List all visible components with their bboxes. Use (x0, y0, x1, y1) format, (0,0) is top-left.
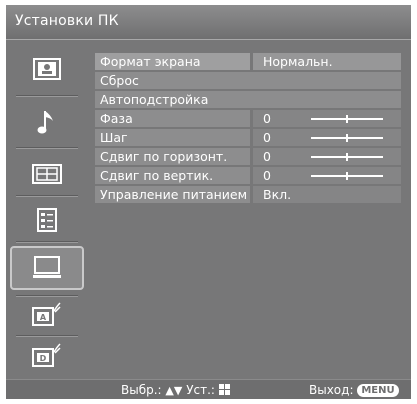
menu-row-value: 0 (263, 111, 271, 126)
setup-icon (37, 208, 57, 232)
pitch-slider[interactable] (311, 134, 383, 142)
menu-row-v-shift[interactable]: Сдвиг по вертик. 0 (95, 167, 401, 184)
menu-button-icon[interactable]: MENU (357, 384, 399, 397)
sidebar-item-analog-channels[interactable]: A (14, 299, 80, 329)
menu-row-value: 0 (263, 130, 271, 145)
sidebar-item-sound[interactable] (14, 107, 80, 137)
menu-row-value-cell: 0 (253, 167, 401, 184)
slider-marker (346, 134, 348, 142)
menu-row-auto-adjust[interactable]: Автоподстройка (95, 91, 401, 108)
menu-row-label: Фаза (95, 110, 250, 127)
sidebar-item-pc[interactable] (10, 246, 84, 290)
digital-channel-icon: D (32, 343, 61, 367)
exit-label: Выход: (309, 383, 354, 397)
sidebar-item-picture[interactable] (14, 54, 80, 84)
pc-settings-menu: Формат экрана Нормальн. Сброс Автоподстр… (95, 53, 401, 205)
sidebar-item-setup[interactable] (14, 205, 80, 235)
menu-row-h-shift[interactable]: Сдвиг по горизонт. 0 (95, 148, 401, 165)
menu-row-pitch[interactable]: Шаг 0 (95, 129, 401, 146)
sidebar-item-screen[interactable] (14, 159, 80, 189)
sidebar: A D (6, 41, 88, 379)
down-arrow-icon: ▼ (173, 384, 183, 397)
v-shift-slider[interactable] (311, 172, 383, 180)
svg-text:D: D (40, 354, 47, 363)
ok-button-icon (218, 384, 230, 395)
navigation-hint: Выбр.: ▲▼ Уст.: (121, 383, 230, 397)
menu-row-value: Нормальн. (253, 53, 401, 70)
menu-row-label: Формат экрана (95, 53, 250, 70)
menu-row-label: Сдвиг по горизонт. (95, 148, 250, 165)
screen-icon (32, 164, 62, 184)
menu-row-value-cell: 0 (253, 148, 401, 165)
menu-row-value: 0 (263, 168, 271, 183)
menu-row-phase[interactable]: Фаза 0 (95, 110, 401, 127)
menu-row-label: Сброс (95, 72, 401, 89)
page-title: Установки ПК (15, 13, 119, 29)
select-label: Выбр.: (121, 383, 162, 397)
slider-marker (346, 153, 348, 161)
footer-hints: Выбр.: ▲▼ Уст.: Выход: MENU (6, 379, 411, 399)
slider-marker (346, 115, 348, 123)
menu-row-value-cell: 0 (253, 129, 401, 146)
sound-icon (37, 111, 53, 134)
slider-marker (346, 172, 348, 180)
menu-row-value: 0 (263, 149, 271, 164)
menu-row-value: Вкл. (253, 186, 401, 203)
menu-row-power-management[interactable]: Управление питанием Вкл. (95, 186, 401, 203)
osd-screen: Установки ПК A D Формат экрана Нормальн.… (6, 5, 411, 399)
menu-row-label: Автоподстройка (95, 91, 401, 108)
exit-hint: Выход: MENU (309, 383, 399, 397)
menu-row-screen-format[interactable]: Формат экрана Нормальн. (95, 53, 401, 70)
pc-icon (33, 256, 61, 278)
menu-row-label: Управление питанием (95, 186, 250, 203)
h-shift-slider[interactable] (311, 153, 383, 161)
phase-slider[interactable] (311, 115, 383, 123)
set-label: Уст.: (186, 383, 215, 397)
analog-channel-icon: A (32, 302, 61, 326)
menu-row-reset[interactable]: Сброс (95, 72, 401, 89)
title-bar: Установки ПК (6, 5, 411, 40)
menu-row-label: Сдвиг по вертик. (95, 167, 250, 184)
menu-row-label: Шаг (95, 129, 250, 146)
sidebar-item-digital-channels[interactable]: D (14, 340, 80, 370)
picture-icon (33, 58, 61, 80)
up-arrow-icon: ▲ (165, 384, 174, 397)
svg-text:A: A (40, 313, 47, 322)
menu-row-value-cell: 0 (253, 110, 401, 127)
